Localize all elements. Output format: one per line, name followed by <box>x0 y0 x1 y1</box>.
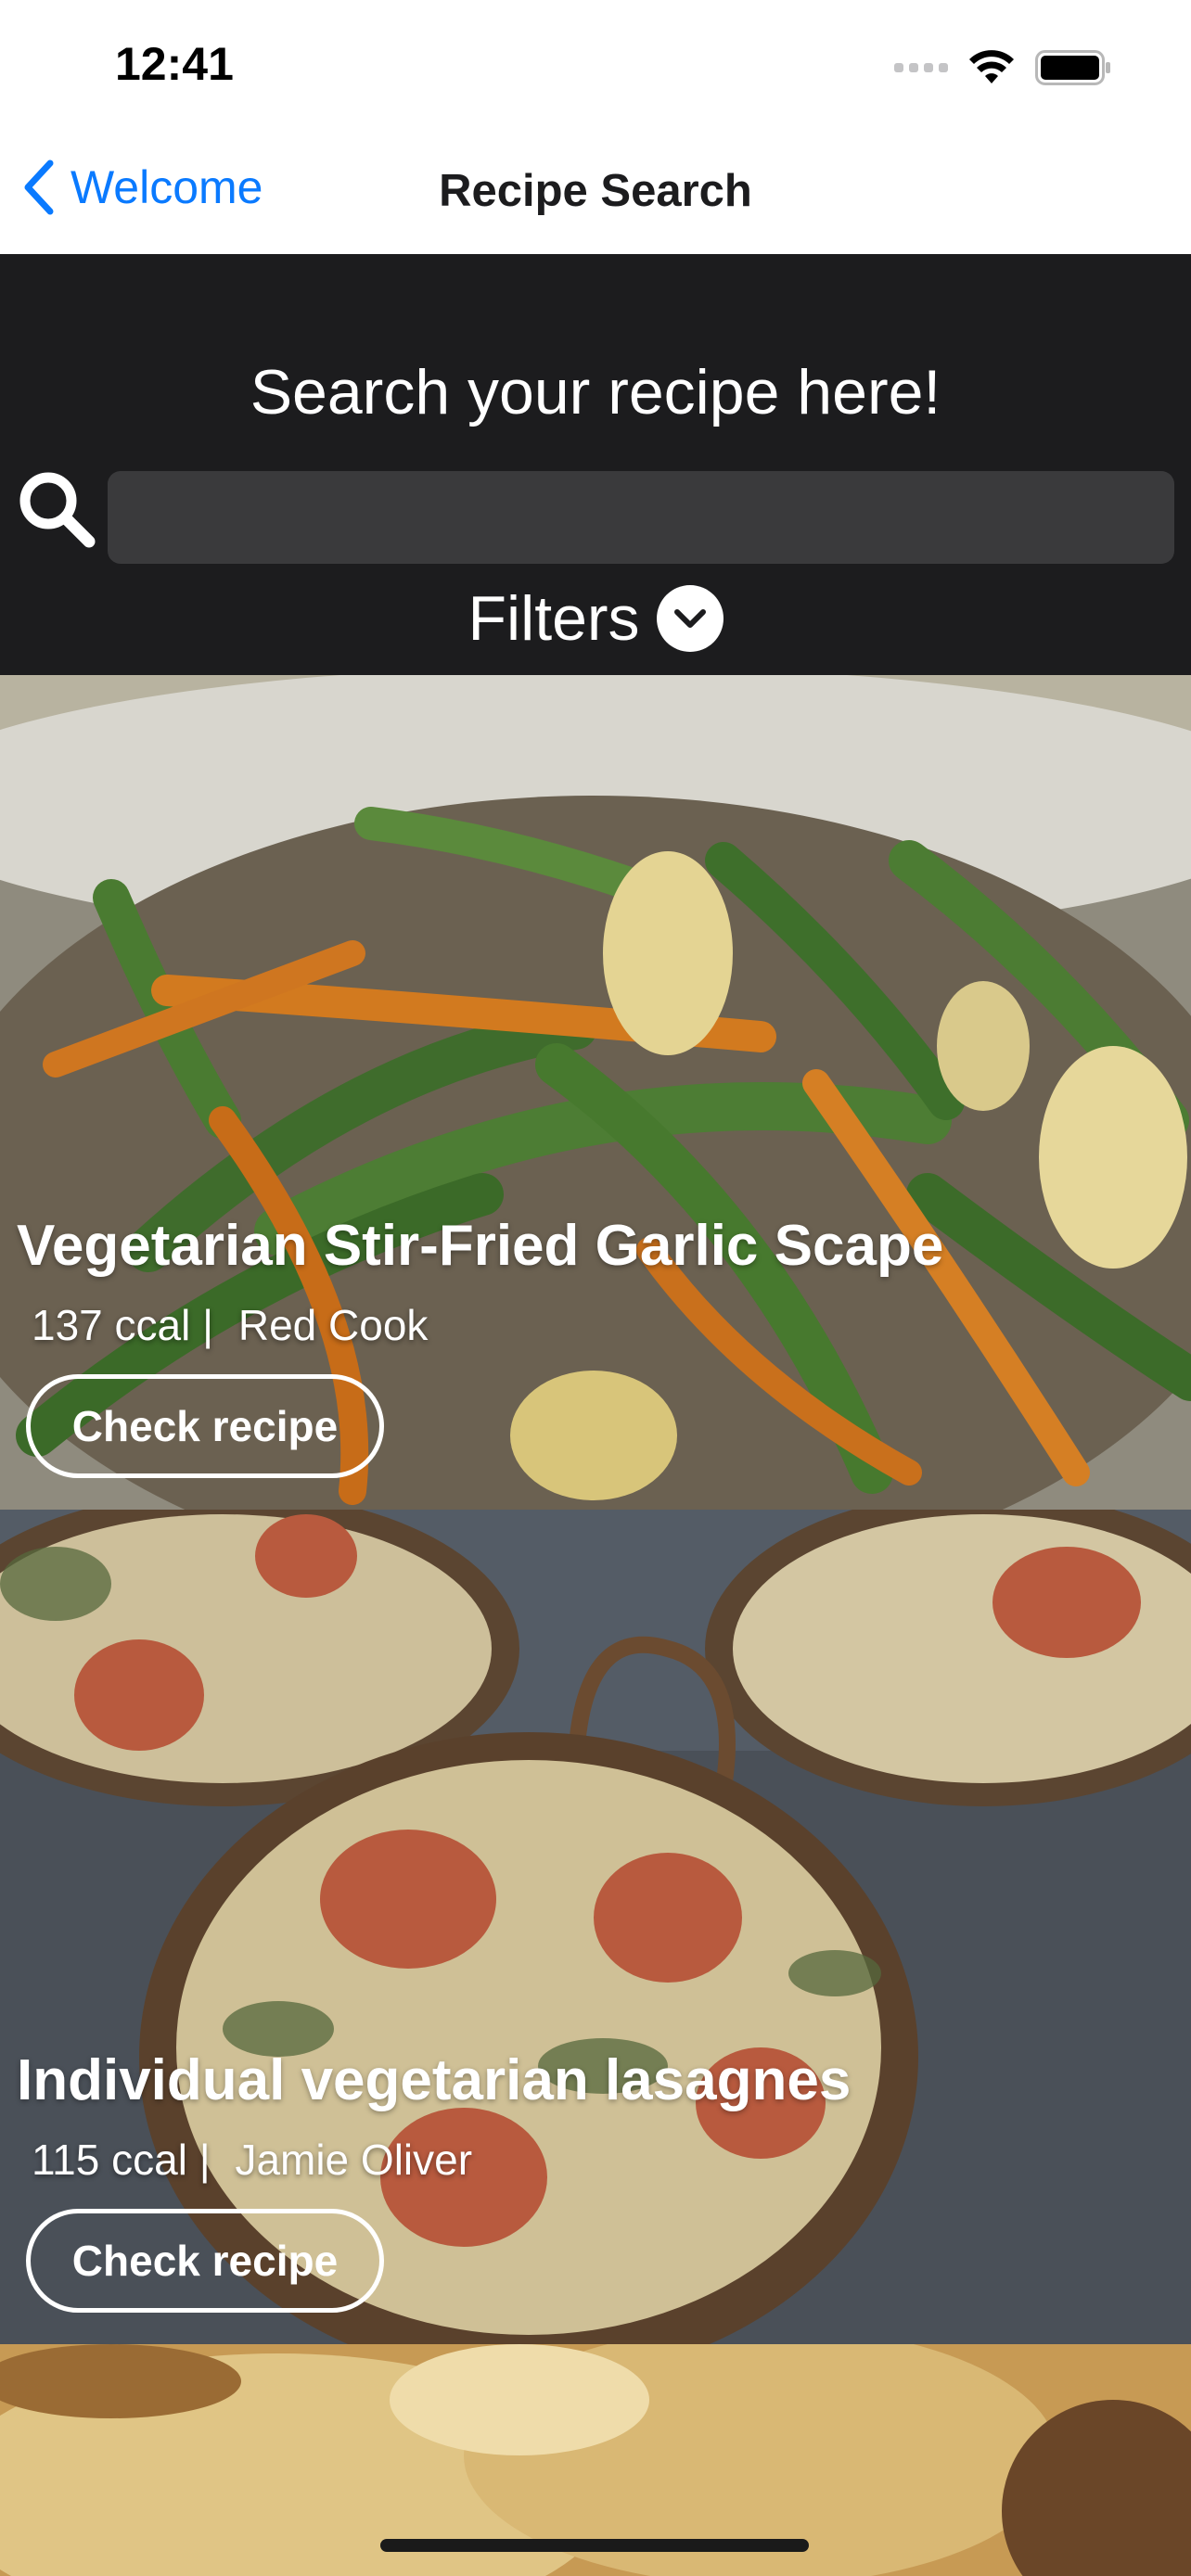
check-recipe-button[interactable]: Check recipe <box>26 2209 384 2313</box>
recipe-title: Individual vegetarian lasagnes <box>17 2048 852 2112</box>
page-title-text: Recipe Search <box>439 166 752 216</box>
recipe-calories: 137 ccal | <box>32 1301 214 1349</box>
filters-label: Filters <box>467 583 640 654</box>
recipe-meta: 115 ccal | Jamie Oliver <box>32 2135 472 2185</box>
recipe-card[interactable]: Vegetarian Stir-Fried Garlic Scape 137 c… <box>0 675 1191 1510</box>
page-title: Recipe Search <box>0 165 1191 217</box>
search-input[interactable] <box>108 471 1174 564</box>
cellular-signal-icon <box>894 63 948 72</box>
status-time: 12:41 <box>115 38 234 90</box>
recipe-source: Red Cook <box>237 1301 429 1349</box>
recipe-calories: 115 ccal | <box>32 2136 211 2184</box>
battery-icon <box>1035 50 1110 85</box>
recipe-source: Jamie Oliver <box>235 2136 473 2184</box>
search-panel: Search your recipe here! Filters <box>0 254 1191 675</box>
status-icons <box>894 45 1111 91</box>
wifi-icon <box>969 50 1014 83</box>
chevron-down-circle-icon <box>656 585 724 652</box>
top-bar: 12:41 Welcome Recipe Search <box>0 0 1191 254</box>
recipe-card[interactable]: Individual vegetarian lasagnes 115 ccal … <box>0 1510 1191 2344</box>
check-recipe-button[interactable]: Check recipe <box>26 1374 384 1478</box>
magnifier-icon[interactable] <box>15 467 98 551</box>
recipe-title: Vegetarian Stir-Fried Garlic Scape <box>17 1214 944 1278</box>
filters-toggle[interactable]: Filters <box>0 582 1191 655</box>
home-indicator[interactable] <box>380 2539 809 2552</box>
search-heading: Search your recipe here! <box>250 357 941 427</box>
recipe-meta: 137 ccal | Red Cook <box>32 1300 428 1350</box>
